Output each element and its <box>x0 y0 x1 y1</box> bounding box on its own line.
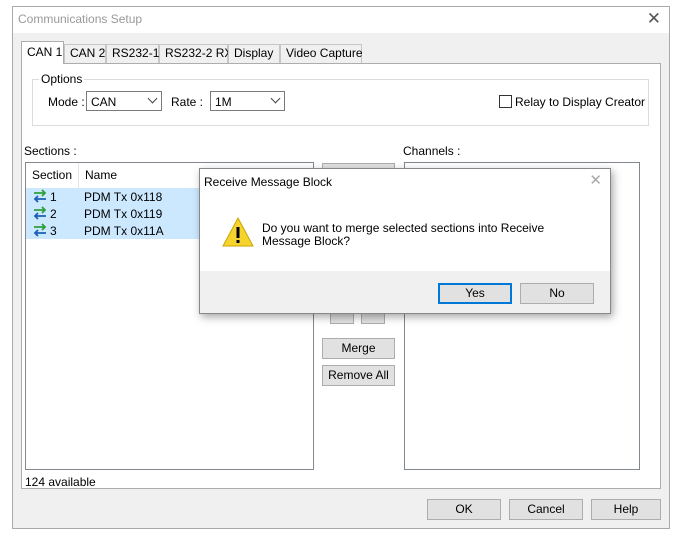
rate-label: Rate : <box>171 95 204 109</box>
options-group: Options Mode : CAN Rate : 1M Relay to Di… <box>32 72 649 126</box>
dialog-footer: Yes No <box>200 271 610 313</box>
options-legend: Options <box>39 72 85 86</box>
merge-button[interactable]: Merge <box>322 338 395 359</box>
receive-message-block-dialog: Receive Message Block ✕ Do you want to m… <box>199 168 611 314</box>
rate-select[interactable]: 1M <box>210 91 285 111</box>
ok-button[interactable]: OK <box>427 499 501 520</box>
chevron-down-icon <box>147 93 158 104</box>
available-count: 124 available <box>25 475 96 489</box>
remove-all-button[interactable]: Remove All <box>322 365 395 386</box>
section-name: PDM Tx 0x119 <box>84 207 163 221</box>
cancel-button[interactable]: Cancel <box>509 499 583 520</box>
tab-video-capture[interactable]: Video Capture <box>280 44 363 63</box>
dialog-title: Receive Message Block <box>204 175 333 189</box>
transfer-arrows-icon <box>33 189 47 203</box>
section-number: 1 <box>50 190 57 204</box>
section-number: 2 <box>50 207 57 221</box>
window-title: Communications Setup <box>18 12 143 26</box>
relay-label: Relay to Display Creator <box>515 95 646 109</box>
chevron-down-icon <box>270 93 281 104</box>
mode-label: Mode : <box>48 95 85 109</box>
no-button[interactable]: No <box>520 283 594 304</box>
section-name: PDM Tx 0x11A <box>84 224 164 238</box>
help-button[interactable]: Help <box>591 499 661 520</box>
mode-select[interactable]: CAN <box>86 91 162 111</box>
section-name: PDM Tx 0x118 <box>84 190 163 204</box>
section-number: 3 <box>50 224 57 238</box>
tab-rs232-2-rx[interactable]: RS232-2 RX <box>159 44 232 63</box>
tab-display[interactable]: Display <box>228 44 280 63</box>
dialog-close-icon[interactable]: ✕ <box>589 171 602 191</box>
warning-icon <box>222 216 254 247</box>
yes-button[interactable]: Yes <box>438 283 512 304</box>
relay-checkbox[interactable] <box>499 95 512 108</box>
mode-value: CAN <box>91 95 117 109</box>
sections-label: Sections : <box>24 144 77 158</box>
column-header-section[interactable]: Section <box>26 163 79 188</box>
channels-label: Channels : <box>403 144 461 158</box>
transfer-arrows-icon <box>33 223 47 237</box>
tab-rs232-1[interactable]: RS232-1 <box>106 44 159 63</box>
title-bar: Communications Setup ✕ <box>13 7 669 33</box>
tab-can2[interactable]: CAN 2 <box>64 44 106 63</box>
transfer-arrows-icon <box>33 206 47 220</box>
window-close-icon[interactable]: ✕ <box>647 9 661 29</box>
column-header-name[interactable]: Name <box>79 163 179 188</box>
dialog-message: Do you want to merge selected sections i… <box>262 221 545 248</box>
rate-value: 1M <box>215 95 232 109</box>
tab-can1[interactable]: CAN 1 <box>21 41 64 64</box>
